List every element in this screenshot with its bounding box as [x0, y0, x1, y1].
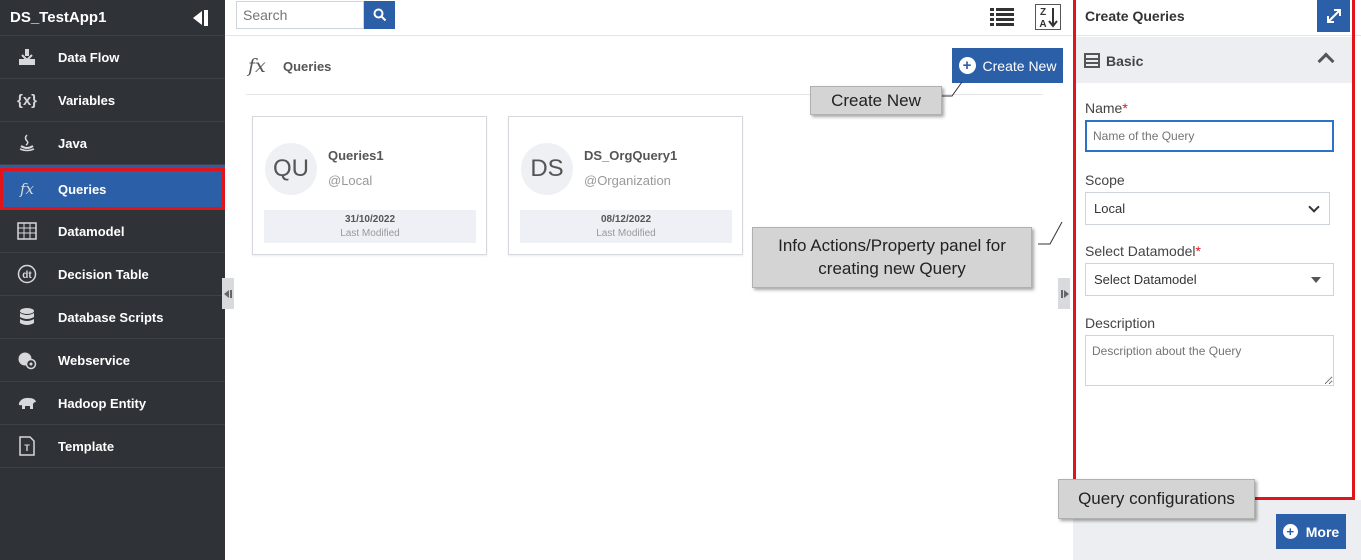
plus-circle-icon: +	[958, 57, 976, 74]
java-icon	[16, 132, 38, 154]
page-title: Queries	[283, 59, 332, 74]
card-name: Queries1	[328, 148, 384, 163]
callout-query-config: Query configurations	[1058, 479, 1255, 519]
card-date-label: Last Modified	[596, 228, 656, 239]
svg-text:dt: dt	[22, 270, 32, 281]
card-date-label: Last Modified	[340, 228, 400, 239]
avatar: DS	[521, 143, 573, 195]
sidebar-header: DS_TestApp1	[0, 0, 225, 36]
arrow-left-icon	[223, 289, 229, 298]
sidebar-item-datamodel[interactable]: Datamodel	[0, 210, 225, 253]
sort-za-icon[interactable]: ZA	[1035, 4, 1061, 30]
card-date: 31/10/2022	[344, 214, 396, 225]
query-card[interactable]: DS DS_OrgQuery1 @Organization 08/12/2022…	[508, 116, 743, 255]
sidebar-item-label: Datamodel	[58, 223, 125, 239]
card-scope: @Local	[328, 173, 373, 188]
sidebar-item-label: Java	[58, 135, 87, 151]
property-panel: Create Queries Basic Name* Scope Local S…	[1073, 0, 1361, 560]
svg-text:Z: Z	[1040, 7, 1046, 18]
list-view-icon[interactable]	[990, 7, 1014, 27]
sidebar-item-data-flow[interactable]: Data Flow	[0, 36, 225, 79]
sidebar-item-java[interactable]: Java	[0, 122, 225, 165]
collapse-sidebar-icon[interactable]	[193, 9, 211, 26]
table-icon	[16, 220, 38, 242]
main-content: fx Queries + Create New QU Queries1 @Loc…	[225, 37, 1072, 560]
sidebar-item-webservice[interactable]: Webservice	[0, 339, 225, 382]
create-new-button[interactable]: + Create New	[952, 48, 1063, 83]
sidebar-item-template[interactable]: T Template	[0, 425, 225, 468]
decision-table-icon: dt	[16, 263, 38, 285]
fx-icon: fx	[19, 180, 34, 198]
sidebar-item-queries[interactable]: fx Queries	[0, 168, 225, 210]
card-footer: 08/12/2022 Last Modified	[520, 210, 732, 243]
app-title: DS_TestApp1	[10, 9, 107, 26]
sidebar-item-label: Template	[58, 438, 115, 454]
sidebar-item-database-scripts[interactable]: Database Scripts	[0, 296, 225, 339]
plus-circle-icon: +	[1282, 524, 1298, 539]
sidebar: DS_TestApp1 Data Flow {x} Variables Java…	[0, 0, 225, 560]
sidebar-item-label: Hadoop Entity	[58, 395, 147, 411]
collapse-right-handle[interactable]	[1058, 278, 1070, 309]
callout-info-panel: Info Actions/Property panel for creating…	[752, 227, 1032, 288]
collapse-left-handle[interactable]	[222, 278, 234, 309]
card-name: DS_OrgQuery1	[584, 148, 678, 163]
highlight-frame	[1073, 0, 1355, 500]
top-toolbar: ZA	[225, 0, 1072, 36]
fx-icon: fx	[248, 55, 266, 77]
create-new-label: Create New	[982, 57, 1057, 74]
arrow-right-icon	[1063, 289, 1069, 298]
card-date: 08/12/2022	[600, 214, 652, 225]
more-button[interactable]: + More	[1276, 514, 1346, 549]
template-icon: T	[16, 435, 38, 457]
search-icon	[373, 8, 386, 22]
callout-create-new: Create New	[810, 86, 942, 115]
data-flow-icon	[16, 46, 38, 68]
sidebar-item-variables[interactable]: {x} Variables	[0, 79, 225, 122]
more-label: More	[1305, 523, 1340, 540]
sidebar-item-label: Queries	[58, 181, 107, 197]
search-button[interactable]	[364, 1, 395, 29]
sidebar-item-decision-table[interactable]: dt Decision Table	[0, 253, 225, 296]
svg-text:T: T	[24, 443, 30, 453]
sidebar-item-label: Webservice	[58, 352, 131, 368]
card-scope: @Organization	[584, 173, 671, 188]
sidebar-item-label: Data Flow	[58, 49, 120, 65]
search-input[interactable]	[236, 1, 364, 29]
webservice-icon	[16, 349, 38, 371]
sidebar-item-label: Decision Table	[58, 266, 149, 282]
sidebar-item-hadoop-entity[interactable]: Hadoop Entity	[0, 382, 225, 425]
sidebar-item-label: Variables	[58, 92, 116, 108]
query-card[interactable]: QU Queries1 @Local 31/10/2022 Last Modif…	[252, 116, 487, 255]
avatar: QU	[265, 143, 317, 195]
sidebar-item-label: Database Scripts	[58, 309, 164, 325]
variables-icon: {x}	[16, 91, 38, 109]
card-footer: 31/10/2022 Last Modified	[264, 210, 476, 243]
database-icon	[16, 306, 38, 328]
hadoop-icon	[16, 392, 38, 414]
svg-text:A: A	[1039, 19, 1046, 30]
